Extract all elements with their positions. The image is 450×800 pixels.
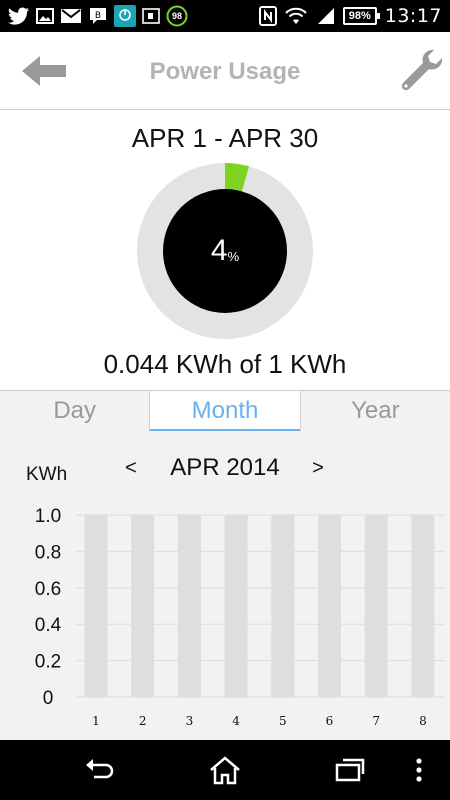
tab-month[interactable]: Month <box>150 391 301 432</box>
y-tick-label: 1.0 <box>35 506 61 527</box>
status-bar: B 98 98% 13:17 <box>0 0 450 32</box>
usage-text: 0.044 KWh of 1 KWh <box>103 349 347 379</box>
bar-track <box>364 515 388 697</box>
power-app-icon <box>114 5 136 27</box>
wrench-icon <box>401 49 443 91</box>
settings-button[interactable] <box>394 46 443 94</box>
menu-icon <box>416 758 422 782</box>
x-tick-label: 5 <box>279 714 287 728</box>
x-tick-label: 4 <box>232 714 240 728</box>
x-tick-label: 3 <box>186 714 194 728</box>
usage-percent-display: 4 % <box>163 189 287 313</box>
y-tick-label: 0.6 <box>35 579 61 600</box>
chat-icon: B <box>88 7 108 25</box>
bar-track <box>271 515 295 697</box>
sim-card-icon <box>142 7 160 25</box>
notification-badge-count: 98 <box>171 11 182 21</box>
system-nav-bar <box>0 740 450 800</box>
gmail-icon <box>60 8 82 24</box>
page-title: Power Usage <box>149 58 301 85</box>
battery-icon: 98% <box>342 7 380 25</box>
home-icon <box>210 756 240 785</box>
bar-track <box>177 515 201 697</box>
wifi-icon <box>285 7 307 25</box>
date-range: APR 1 - APR 30 <box>131 123 319 153</box>
y-tick-label: 0.4 <box>35 615 62 636</box>
nav-back-button[interactable] <box>80 754 120 786</box>
app-header: Power Usage <box>0 32 450 110</box>
period-navigator: < APR 2014 > <box>0 453 450 483</box>
ring-progress-arc <box>224 163 250 192</box>
previous-period-button[interactable]: < <box>116 453 146 483</box>
bar-track <box>84 515 108 697</box>
update-badge-icon: 98 <box>166 5 188 27</box>
nav-menu-button[interactable] <box>406 754 432 786</box>
tab-year[interactable]: Year <box>300 391 450 431</box>
x-tick-label: 2 <box>139 714 147 728</box>
bar-track <box>411 515 435 697</box>
period-label: APR 2014 <box>170 454 280 481</box>
clock: 13:17 <box>384 5 442 27</box>
x-tick-label: 6 <box>326 714 334 728</box>
signal-icon <box>315 7 335 25</box>
usage-progress-ring: 4 % <box>137 163 313 339</box>
gallery-icon <box>36 7 54 25</box>
x-tick-label: 7 <box>372 714 380 728</box>
usage-chart-panel: 1.0 0.8 0.6 0.4 0.2 0 1 2 3 4 5 6 7 8 KWh < APR 2014 … <box>0 431 450 740</box>
svg-text:B: B <box>95 11 101 21</box>
period-tabs: Day Month Year <box>0 390 450 432</box>
x-tick-label: 8 <box>419 714 427 728</box>
bar-track <box>131 515 155 697</box>
recent-apps-icon <box>335 758 365 782</box>
y-tick-label: 0.8 <box>35 542 61 563</box>
tab-day[interactable]: Day <box>0 391 151 431</box>
bar-track <box>224 515 248 697</box>
app-root: B 98 98% 13:17 Power Usage APR 1 - APR 3… <box>0 0 450 800</box>
back-nav-icon <box>86 759 114 779</box>
nav-recent-apps-button[interactable] <box>330 754 370 786</box>
x-tick-label: 1 <box>92 714 100 728</box>
y-tick-label: 0.2 <box>35 652 61 673</box>
y-tick-label: 0 <box>43 688 54 709</box>
nfc-icon <box>258 6 277 26</box>
usage-percent-sign: % <box>227 248 240 264</box>
battery-percent: 98% <box>348 10 371 22</box>
bar-track <box>318 515 341 697</box>
next-period-button[interactable]: > <box>303 453 333 483</box>
nav-home-button[interactable] <box>205 754 245 786</box>
twitter-icon <box>8 7 30 25</box>
usage-percent-value: 4 <box>210 234 228 267</box>
